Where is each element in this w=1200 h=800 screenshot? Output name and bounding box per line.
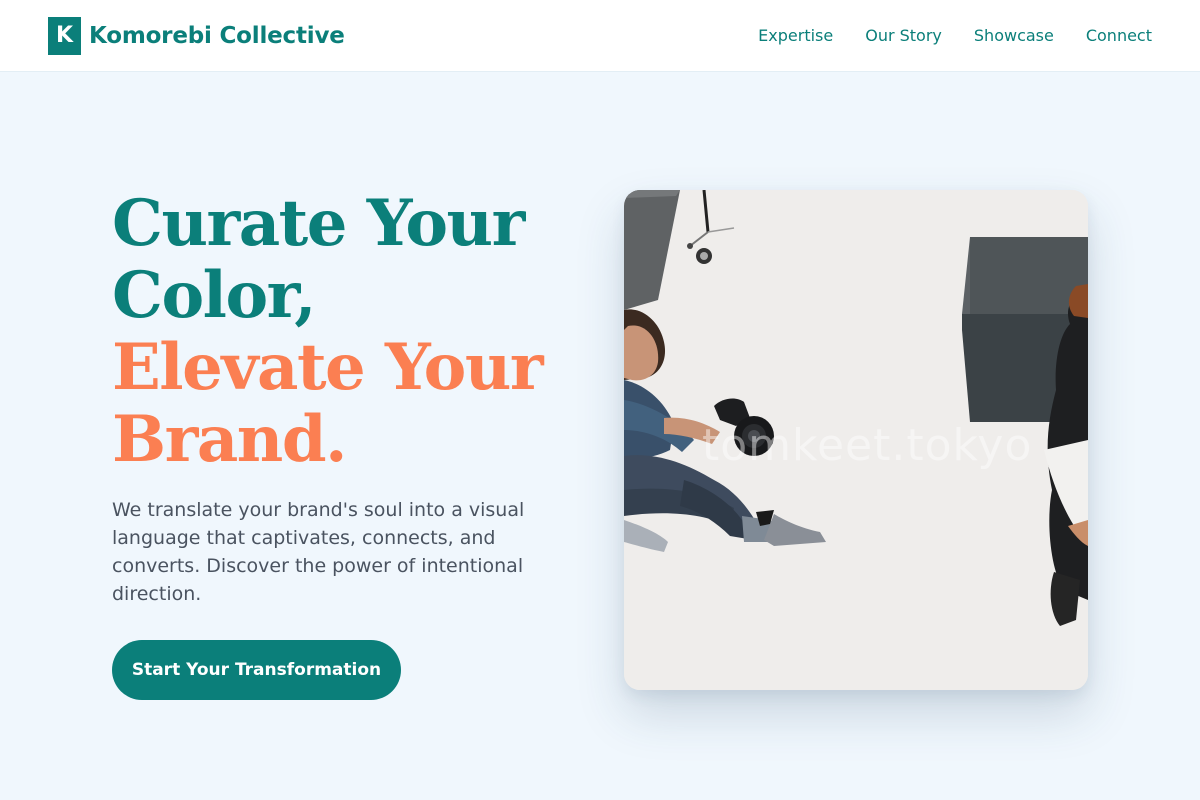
nav-link-expertise[interactable]: Expertise xyxy=(758,26,833,45)
headline-line-3: Elevate Your xyxy=(112,330,544,405)
hero-description: We translate your brand's soul into a vi… xyxy=(112,499,525,605)
hero-section: Curate Your Color, Elevate Your Brand. W… xyxy=(112,186,544,700)
headline-line-2: Color, xyxy=(112,258,316,333)
start-transformation-button[interactable]: Start Your Transformation xyxy=(112,640,401,700)
site-header: K Komorebi Collective Expertise Our Stor… xyxy=(0,0,1200,72)
main-nav: Expertise Our Story Showcase Connect xyxy=(758,26,1152,45)
nav-link-connect[interactable]: Connect xyxy=(1086,26,1152,45)
hero-headline: Curate Your Color, Elevate Your Brand. xyxy=(112,186,544,477)
brand-name: Komorebi Collective xyxy=(89,22,345,49)
image-watermark: tomkeet.tokyo xyxy=(702,420,1033,471)
headline-line-4: Brand. xyxy=(112,402,347,477)
headline-line-1: Curate Your xyxy=(112,186,525,261)
brand-logo[interactable]: K Komorebi Collective xyxy=(48,16,345,55)
hero-photo: tomkeet.tokyo xyxy=(624,190,1088,690)
nav-link-showcase[interactable]: Showcase xyxy=(974,26,1054,45)
nav-link-our-story[interactable]: Our Story xyxy=(865,26,942,45)
brand-mark-icon: K xyxy=(48,16,81,55)
